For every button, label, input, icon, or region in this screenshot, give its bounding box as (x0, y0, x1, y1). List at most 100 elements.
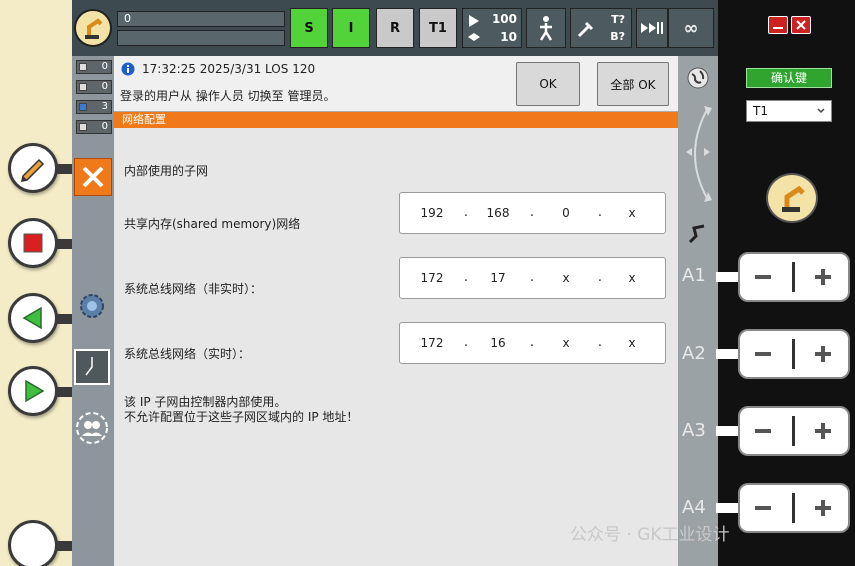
forward-start-button[interactable] (8, 366, 58, 416)
backward-start-button[interactable] (8, 293, 58, 343)
system-bus-realtime-ip-field[interactable]: 172 . 16 . x . x (399, 322, 666, 364)
jog-connector (716, 503, 740, 513)
incremental-arrows-icon (641, 22, 663, 34)
submit-interpreter-status[interactable]: S (290, 8, 328, 48)
ip-octet-4[interactable]: x (612, 206, 652, 220)
ip-octet-3[interactable]: x (546, 336, 586, 350)
status-text-field-2[interactable] (117, 30, 285, 46)
message-count-other[interactable]: 0 (76, 120, 112, 134)
ip-dot: . (529, 335, 535, 350)
jog-key-a3[interactable] (738, 406, 850, 456)
shared-memory-ip-field[interactable]: 192 . 168 . 0 . x (399, 192, 666, 234)
ip-dot: . (463, 205, 469, 220)
page-title: 网络配置 (114, 112, 678, 128)
close-app-button[interactable] (791, 16, 811, 34)
ip-octet-2[interactable]: 17 (478, 271, 518, 285)
shared-memory-label: 共享内存(shared memory)网络 (124, 217, 301, 231)
hardware-button-bottom[interactable] (8, 520, 58, 566)
mode-select-value: T1 (753, 104, 768, 118)
minus-icon[interactable] (754, 345, 772, 363)
drives-status[interactable]: I (332, 8, 370, 48)
plus-icon[interactable] (814, 345, 832, 363)
stop-button[interactable] (8, 218, 58, 268)
edit-pencil-button[interactable] (8, 143, 58, 193)
warning-icon (79, 83, 87, 91)
confirm-button[interactable]: 确认键 (746, 68, 832, 88)
globe-icon[interactable] (686, 66, 710, 90)
button-connector (56, 541, 72, 551)
clock-button[interactable] (74, 349, 110, 385)
all-ok-button[interactable]: 全部 OK (597, 62, 669, 106)
system-bus-non-realtime-ip-field[interactable]: 172 . 17 . x . x (399, 257, 666, 299)
message-timestamp: 17:32:25 2025/3/31 LOS 120 (142, 62, 316, 76)
axis-label-a1: A1 (682, 265, 706, 286)
plus-icon[interactable] (814, 499, 832, 517)
play-backward-icon (22, 306, 42, 330)
jog-key-a2[interactable] (738, 329, 850, 379)
button-connector (56, 164, 72, 174)
ip-octet-4[interactable]: x (612, 271, 652, 285)
close-icon (82, 166, 104, 188)
walking-person-icon (539, 16, 553, 41)
ip-dot: . (597, 270, 603, 285)
run-mode-status[interactable] (526, 8, 566, 48)
info-circle-icon (121, 62, 135, 76)
configuration-button[interactable] (74, 288, 110, 324)
incremental-jog-status[interactable] (636, 8, 668, 48)
jog-key-a4[interactable] (738, 483, 850, 533)
message-count-info[interactable]: 3 (76, 100, 112, 114)
jog-arc-arrows-icon (686, 106, 712, 202)
chevron-down-icon (817, 108, 825, 114)
close-window-button[interactable] (74, 158, 112, 196)
robot-arm-icon (782, 185, 805, 212)
ok-button[interactable]: OK (516, 62, 580, 106)
close-icon (796, 20, 806, 30)
clock-icon (85, 357, 93, 376)
ip-octet-2[interactable]: 168 (478, 206, 518, 220)
user-group-button[interactable] (74, 410, 110, 446)
watermark-text: 公众号 · GK工业设计 (570, 525, 730, 545)
minus-icon[interactable] (754, 422, 772, 440)
robot-menu-button[interactable] (766, 173, 818, 223)
system-bus-realtime-label: 系统总线网络（实时）： (124, 347, 251, 361)
ip-octet-4[interactable]: x (612, 336, 652, 350)
ip-octet-3[interactable]: x (546, 271, 586, 285)
jog-connector (716, 349, 740, 359)
robot-axis-icon[interactable] (686, 222, 710, 246)
ip-octet-1[interactable]: 172 (412, 271, 452, 285)
stop-icon (23, 233, 43, 253)
override-status[interactable]: 100 10 (462, 8, 522, 48)
operating-mode-status[interactable]: T1 (419, 8, 457, 48)
robot-interpreter-status[interactable]: R (376, 8, 414, 48)
ip-dot: . (463, 270, 469, 285)
main-menu-button[interactable] (74, 9, 112, 47)
ip-octet-1[interactable]: 172 (412, 336, 452, 350)
minus-icon[interactable] (754, 499, 772, 517)
plus-icon[interactable] (814, 422, 832, 440)
message-count-error[interactable]: 0 (76, 60, 112, 74)
ip-dot: . (529, 205, 535, 220)
minus-icon[interactable] (754, 268, 772, 286)
status-text-field[interactable]: 0 (117, 11, 285, 27)
robot-arm-icon (85, 18, 103, 39)
ip-octet-3[interactable]: 0 (546, 206, 586, 220)
minimize-button[interactable] (768, 16, 788, 34)
ip-octet-1[interactable]: 192 (412, 206, 452, 220)
jog-divider (792, 339, 795, 369)
ip-dot: . (463, 335, 469, 350)
run-override-icon (468, 15, 480, 41)
jog-connector (716, 426, 740, 436)
gear-icon (80, 294, 104, 318)
ip-octet-2[interactable]: 16 (478, 336, 518, 350)
minimize-icon (773, 27, 783, 29)
jog-connector (716, 272, 740, 282)
mode-select[interactable]: T1 (746, 100, 832, 122)
jog-key-a1[interactable] (738, 252, 850, 302)
plus-icon[interactable] (814, 268, 832, 286)
tool-label: T? (611, 13, 625, 26)
message-count-warning[interactable]: 0 (76, 80, 112, 94)
tool-base-status[interactable]: T? B? (570, 8, 632, 48)
message-window: 17:32:25 2025/3/31 LOS 120 登录的用户从 操作人员 切… (114, 56, 678, 112)
jog-increment-value[interactable]: ∞ (668, 8, 714, 48)
ip-dot: . (597, 205, 603, 220)
